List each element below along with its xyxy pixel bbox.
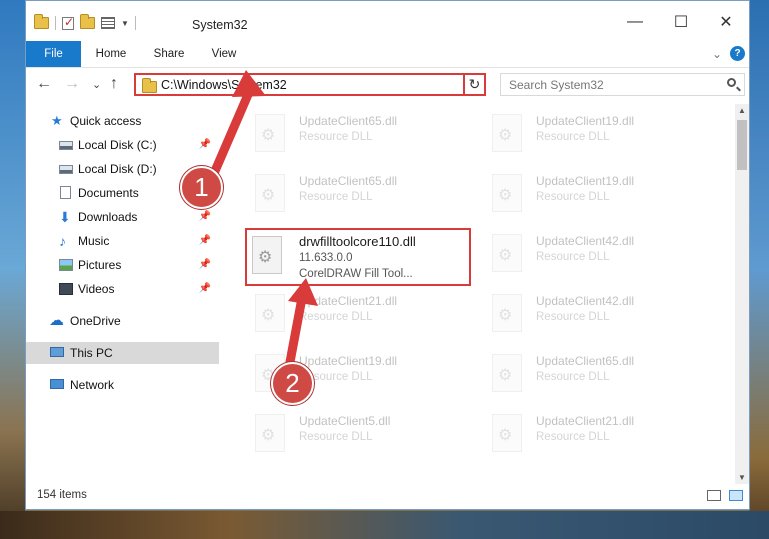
arrow-to-address-bar: [207, 85, 255, 183]
step-1-badge: 1: [180, 166, 223, 209]
arrow-head-address: [232, 70, 266, 97]
step-2-badge: 2: [271, 362, 314, 405]
annotation-arrows: [207, 70, 318, 367]
arrow-to-file: [285, 293, 307, 367]
arrow-head-file: [288, 278, 318, 306]
